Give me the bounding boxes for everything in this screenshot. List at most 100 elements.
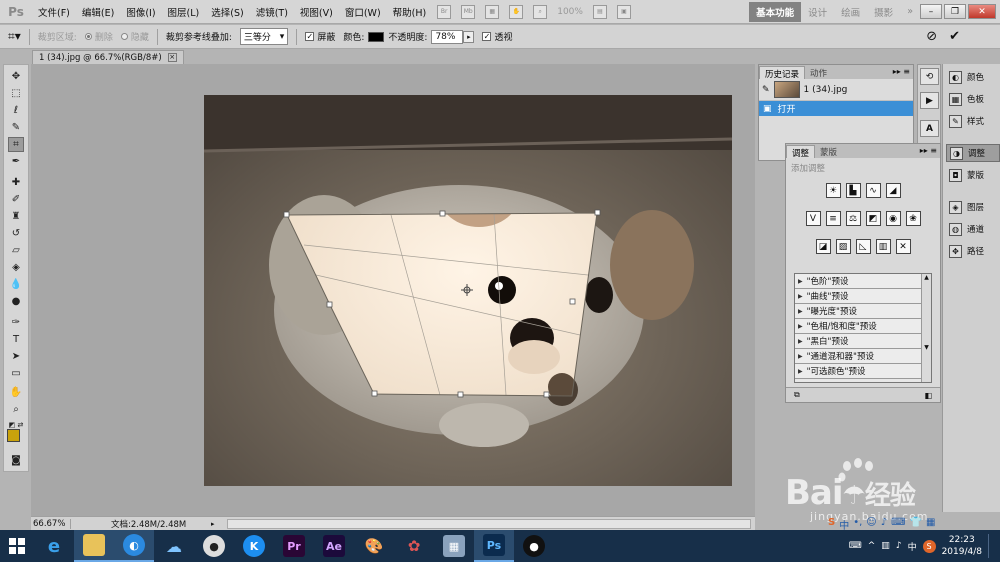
menu-select[interactable]: 选择(S) [205, 5, 249, 19]
expand-triangle-icon[interactable]: ▶ [798, 293, 803, 300]
shield-checkbox[interactable]: ✓ 屏蔽 [305, 30, 335, 43]
blur-tool-icon[interactable]: 💧 [8, 277, 24, 292]
panel-swatches[interactable]: ▦ 色板 [946, 90, 1000, 108]
preset-item[interactable]: ▶ "可选颜色"预设 [795, 364, 931, 379]
tab-history[interactable]: 历史记录 [759, 66, 806, 80]
move-tool-icon[interactable]: ✥ [8, 69, 24, 84]
bridge-icon[interactable]: Br [437, 4, 452, 19]
photo-canvas[interactable] [204, 95, 732, 486]
preset-item[interactable]: ▶ "曝光度"预设 [795, 304, 931, 319]
dodge-tool-icon[interactable]: ● [8, 294, 24, 309]
lasso-tool-icon[interactable]: ℓ [8, 103, 24, 118]
brightness-contrast-icon[interactable]: ☀ [825, 183, 841, 198]
preset-item[interactable]: ▶ "色相/饱和度"预设 [795, 319, 931, 334]
threshold-icon[interactable]: ◺ [855, 239, 871, 254]
panda-app-icon[interactable]: ● [194, 530, 234, 562]
hue-saturation-icon[interactable]: ≡ [825, 211, 841, 226]
levels-icon[interactable]: ▙ [845, 183, 861, 198]
start-button[interactable] [0, 530, 34, 562]
pen-tool-icon[interactable]: ✑ [8, 315, 24, 330]
overlay-select[interactable]: 三等分 ▾ [239, 28, 289, 45]
exposure-icon[interactable]: ◢ [885, 183, 901, 198]
arrange-docs-icon[interactable]: ▤ [592, 4, 607, 19]
status-menu-arrow-icon[interactable]: ▸ [211, 520, 223, 528]
document-tab[interactable]: 1 (34).jpg @ 66.7%(RGB/8#) × [32, 50, 184, 64]
shape-tool-icon[interactable]: ▭ [8, 366, 24, 381]
black-white-icon[interactable]: ◩ [865, 211, 881, 226]
posterize-icon[interactable]: ▨ [835, 239, 851, 254]
tab-actions[interactable]: 动作 [805, 66, 832, 79]
opacity-slider-arrow-icon[interactable]: ▸ [463, 30, 475, 43]
history-state-open[interactable]: ▣ 打开 [759, 101, 913, 116]
curves-icon[interactable]: ∿ [865, 183, 881, 198]
zoom-field[interactable]: 66.67% [31, 518, 71, 529]
ie-icon[interactable]: e [34, 530, 74, 562]
tab-adjustments[interactable]: 调整 [786, 145, 816, 159]
panel-actions-icon[interactable]: ◧ [924, 391, 932, 400]
preset-item[interactable]: ▶ "色阶"预设 [795, 274, 931, 289]
workspace-more[interactable]: » [900, 3, 920, 20]
workspace-photography[interactable]: 摄影 [867, 2, 900, 22]
panel-channels[interactable]: ◍ 通道 [946, 220, 1000, 238]
opacity-input[interactable]: 78% [431, 29, 464, 44]
commit-crop-icon[interactable]: ✔ [949, 29, 960, 44]
browser-icon[interactable]: ◐ [114, 530, 154, 562]
panel-adjustments[interactable]: ◑ 调整 [946, 144, 1000, 162]
workspace-essentials[interactable]: 基本功能 [749, 1, 802, 22]
zoom-level[interactable]: 100% [557, 7, 583, 17]
expand-triangle-icon[interactable]: ▶ [798, 338, 803, 345]
media-icon[interactable]: ✿ [394, 530, 434, 562]
shield-color-swatch[interactable] [368, 31, 385, 42]
menu-filter[interactable]: 滤镜(T) [250, 5, 294, 19]
paint-icon[interactable]: 🎨 [354, 530, 394, 562]
canvas-area[interactable] [31, 64, 755, 516]
healing-brush-tool-icon[interactable]: ✚ [8, 175, 24, 190]
k-app-icon[interactable]: K [234, 530, 274, 562]
hand-tool-icon[interactable]: ✋ [8, 385, 24, 400]
baidu-netdisk-icon[interactable]: ☁ [154, 530, 194, 562]
photoshop-icon[interactable]: Ps [474, 530, 514, 562]
minibridge-icon[interactable]: Mb [461, 4, 476, 19]
volume-icon[interactable]: ♪ [896, 541, 902, 551]
keyboard-icon[interactable]: ⌨ [849, 541, 862, 551]
eraser-tool-icon[interactable]: ▱ [8, 243, 24, 258]
panel-menu-icon[interactable]: ▸▸ ≡ [893, 67, 910, 76]
marquee-tool-icon[interactable]: ⬚ [8, 86, 24, 101]
brush-source-icon[interactable]: ✎ [762, 85, 770, 95]
hand-view-icon[interactable]: ✋ [509, 4, 524, 19]
paint-bucket-tool-icon[interactable]: ◈ [8, 260, 24, 275]
notifications-icon[interactable] [988, 534, 994, 558]
menu-window[interactable]: 窗口(W) [339, 5, 387, 19]
panel-menu-icon[interactable]: ▸▸ ≡ [920, 146, 937, 155]
crop-tool-preset-icon[interactable]: ⌗▾ [8, 29, 21, 44]
selective-color-icon[interactable]: ✕ [895, 239, 911, 254]
hide-radio[interactable]: 隐藏 [120, 30, 149, 43]
zoom-view-icon[interactable]: ⌕ [533, 4, 548, 19]
preset-scrollbar[interactable]: ▲ ▼ [921, 274, 931, 382]
network-icon[interactable]: ▥ [881, 541, 890, 551]
menu-file[interactable]: 文件(F) [32, 5, 76, 19]
menu-view[interactable]: 视图(V) [294, 5, 339, 19]
actions-dock-icon[interactable]: ▶ [920, 92, 939, 109]
menu-edit[interactable]: 编辑(E) [76, 5, 120, 19]
expand-triangle-icon[interactable]: ▶ [798, 353, 803, 360]
minimize-button[interactable]: – [920, 4, 942, 19]
view-extras-icon[interactable]: ▦ [485, 4, 500, 19]
panel-layers[interactable]: ◈ 图层 [946, 198, 1000, 216]
file-explorer-icon[interactable] [74, 530, 114, 562]
close-document-icon[interactable]: × [167, 53, 177, 62]
gradient-map-icon[interactable]: ▥ [875, 239, 891, 254]
preset-item[interactable]: ▶ "曲线"预设 [795, 289, 931, 304]
calculator-icon[interactable]: ▦ [434, 530, 474, 562]
menu-help[interactable]: 帮助(H) [387, 5, 433, 19]
zoom-tool-icon[interactable]: ⌕ [8, 402, 24, 417]
type-tool-icon[interactable]: T [8, 332, 24, 347]
clip-layer-icon[interactable]: ⧉ [794, 390, 800, 400]
after-effects-icon[interactable]: Ae [314, 530, 354, 562]
preset-item[interactable]: ▶ "黑白"预设 [795, 334, 931, 349]
restore-button[interactable]: ❐ [944, 4, 966, 19]
character-dock-icon[interactable]: A [920, 120, 939, 137]
quick-mask-icon[interactable]: ◙ [8, 453, 24, 468]
premiere-icon[interactable]: Pr [274, 530, 314, 562]
color-balance-icon[interactable]: ⚖ [845, 211, 861, 226]
